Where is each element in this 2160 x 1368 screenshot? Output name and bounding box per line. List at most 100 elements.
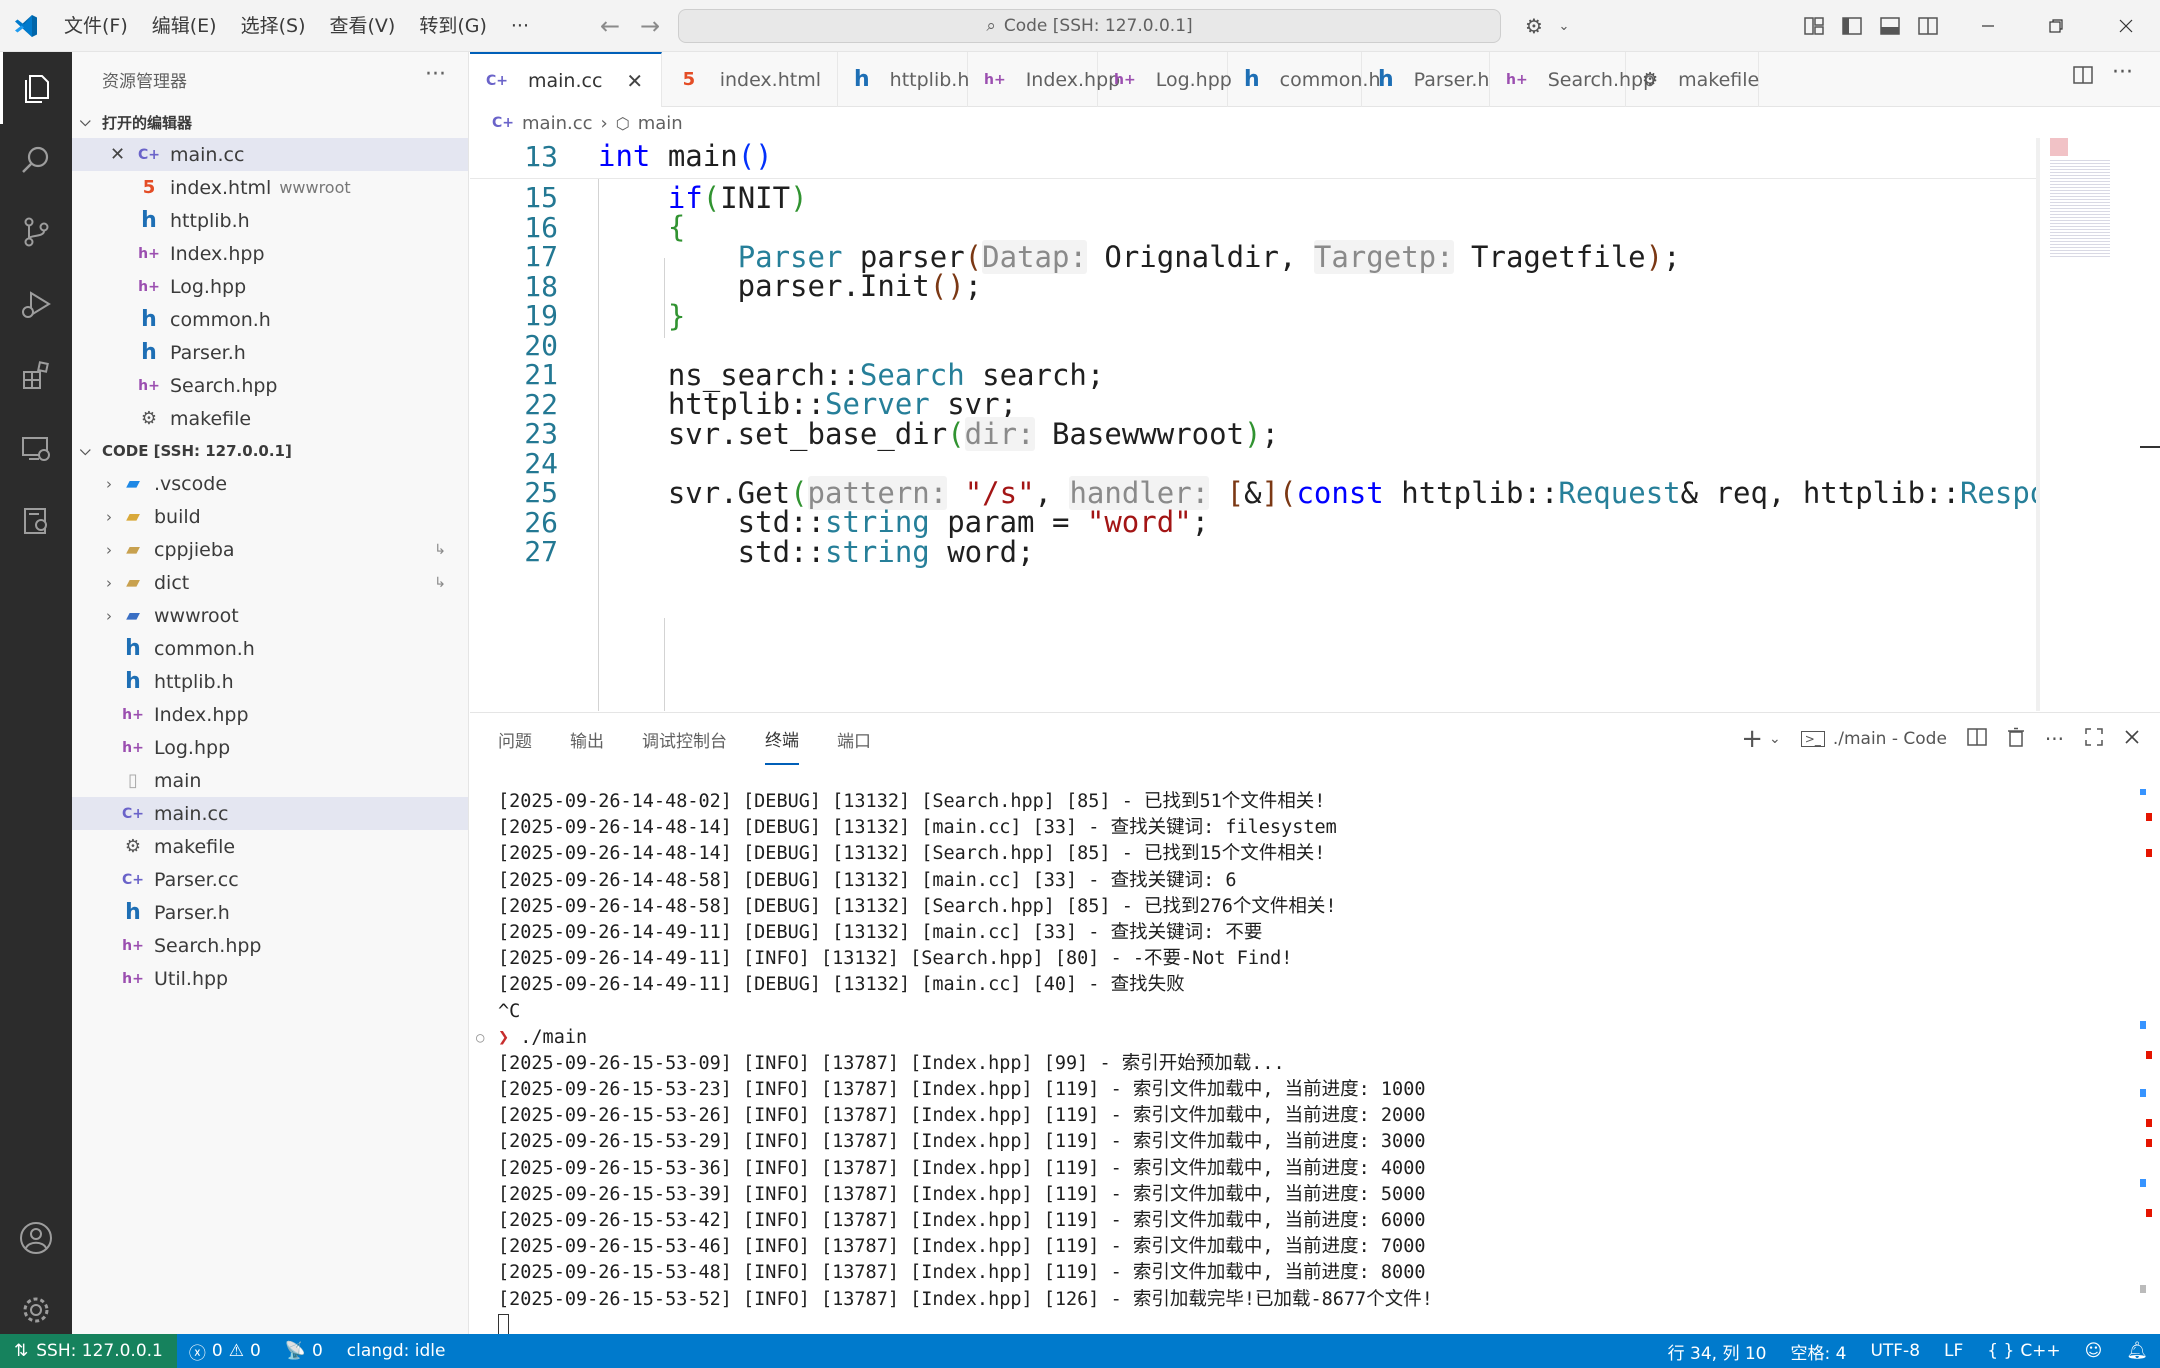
new-terminal-icon[interactable]: + [1741, 724, 1763, 754]
tree-file[interactable]: h+ Search.hpp [72, 929, 468, 962]
split-terminal-icon[interactable] [1967, 727, 1987, 752]
command-center-search[interactable]: ⌕ Code [SSH: 127.0.0.1] [678, 9, 1501, 43]
tree-file[interactable]: C+ Parser.cc [72, 863, 468, 896]
toggle-secondary-sidebar-icon[interactable] [1914, 12, 1942, 40]
close-panel-icon[interactable] [2124, 729, 2140, 750]
chevron-down-icon[interactable]: ⌄ [1550, 12, 1578, 40]
problems-indicator[interactable]: ⓧ 0 ⚠ 0 [177, 1339, 273, 1364]
language-mode[interactable]: { } C++ [1975, 1341, 2072, 1361]
code-line[interactable]: 27 std::string word; [470, 532, 2030, 572]
minimap[interactable] [2040, 138, 2160, 711]
source-control-icon[interactable] [0, 196, 72, 268]
back-arrow-icon[interactable]: ← [590, 12, 630, 40]
editor-tab[interactable]: ⚙ makefile [1626, 52, 1759, 107]
tree-file[interactable]: ⚙ makefile [72, 830, 468, 863]
editor-tab[interactable]: h+ Log.hpp [1098, 52, 1232, 107]
clangd-status[interactable]: clangd: idle [335, 1341, 458, 1361]
restore-icon[interactable] [2042, 12, 2070, 40]
copilot-status-icon[interactable]: ☺ [2073, 1341, 2115, 1361]
end-of-line[interactable]: LF [1932, 1341, 1975, 1361]
more-actions-icon[interactable]: ··· [2112, 60, 2133, 85]
tree-file[interactable]: C+ main.cc [72, 797, 468, 830]
tree-folder[interactable]: › ▰ dict ↳ [72, 566, 468, 599]
terminal-name[interactable]: ./main - Code [1833, 729, 1947, 749]
maximize-panel-icon[interactable] [2084, 727, 2104, 752]
ports-indicator[interactable]: 📡 0 [273, 1341, 335, 1361]
tree-file[interactable]: h+ Index.hpp [72, 698, 468, 731]
close-icon[interactable]: ✕ [110, 144, 138, 165]
panel-tab[interactable]: 调试控制台 [642, 713, 727, 765]
editor-tab[interactable]: h common.h [1228, 52, 1381, 107]
tree-file[interactable]: h Parser.h [72, 896, 468, 929]
menu-item[interactable]: 文件(F) [52, 0, 140, 52]
toggle-primary-sidebar-icon[interactable] [1838, 12, 1866, 40]
menu-item[interactable]: ··· [499, 0, 541, 52]
tree-file[interactable]: h+ Util.hpp [72, 962, 468, 995]
panel-tab[interactable]: 输出 [570, 713, 604, 765]
copilot-icon[interactable]: ⚙ [1520, 12, 1548, 40]
tree-file[interactable]: ▯ main [72, 764, 468, 797]
menu-item[interactable]: 转到(G) [407, 0, 499, 52]
split-editor-icon[interactable] [2072, 64, 2100, 92]
forward-arrow-icon[interactable]: → [630, 12, 670, 40]
open-editor-item[interactable]: h common.h [72, 303, 468, 336]
customize-layout-icon[interactable] [1800, 12, 1828, 40]
terminal-scrollbar[interactable] [2140, 789, 2152, 1329]
open-editor-item[interactable]: 5 index.html wwwroot [72, 171, 468, 204]
editor-tab[interactable]: h Parser.h [1362, 52, 1490, 107]
extensions-icon[interactable] [0, 340, 72, 412]
editor-tab[interactable]: C+ main.cc ✕ [470, 52, 662, 107]
notifications-bell-icon[interactable]: 🔔︎ [2114, 1341, 2160, 1361]
trash-icon[interactable] [2007, 727, 2025, 752]
close-window-icon[interactable] [2112, 12, 2140, 40]
menu-item[interactable]: 编辑(E) [140, 0, 229, 52]
tree-file[interactable]: h common.h [72, 632, 468, 665]
chevron-down-icon[interactable]: ⌄ [1769, 731, 1781, 747]
code-line[interactable]: 13 int main() [470, 138, 2030, 176]
indentation[interactable]: 空格: 4 [1779, 1339, 1859, 1364]
open-editor-item[interactable]: h+ Log.hpp [72, 270, 468, 303]
explorer-icon[interactable] [0, 52, 72, 124]
panel-tab[interactable]: 终端 [765, 713, 799, 765]
more-actions-icon[interactable]: ··· [425, 62, 446, 87]
close-icon[interactable]: ✕ [626, 69, 643, 93]
tree-folder[interactable]: › ▰ .vscode [72, 467, 468, 500]
menu-item[interactable]: 选择(S) [229, 0, 318, 52]
cursor-position[interactable]: 行 34, 列 10 [1656, 1339, 1779, 1364]
panel-tab[interactable]: 问题 [498, 713, 532, 765]
panel-tab[interactable]: 端口 [837, 713, 871, 765]
tree-folder[interactable]: › ▰ cppjieba ↳ [72, 533, 468, 566]
open-editor-item[interactable]: ✕ C+ main.cc [72, 138, 468, 171]
toggle-panel-icon[interactable] [1876, 12, 1904, 40]
open-editor-item[interactable]: h httplib.h [72, 204, 468, 237]
tree-file[interactable]: h httplib.h [72, 665, 468, 698]
open-editors-header[interactable]: ⌵ 打开的编辑器 [72, 106, 468, 138]
encoding[interactable]: UTF-8 [1858, 1341, 1932, 1361]
editor-tab[interactable]: h httplib.h [838, 52, 969, 107]
editor-tab[interactable]: h+ Index.hpp [968, 52, 1120, 107]
code-editor[interactable]: 13 int main() 15 if(INIT) 16 {17 Parser par… [470, 138, 2040, 711]
tree-file[interactable]: h+ Log.hpp [72, 731, 468, 764]
open-editor-item[interactable]: h+ Index.hpp [72, 237, 468, 270]
editor-tab[interactable]: 5 index.html [662, 52, 838, 107]
open-editor-item[interactable]: ⚙ makefile [72, 402, 468, 435]
tree-folder[interactable]: › ▰ wwwroot [72, 599, 468, 632]
account-icon[interactable] [0, 1202, 72, 1274]
open-editor-item[interactable]: h+ Search.hpp [72, 369, 468, 402]
docker-settings-icon[interactable] [0, 484, 72, 556]
minimize-icon[interactable] [1974, 12, 2002, 40]
workspace-header[interactable]: ⌵ CODE [SSH: 127.0.0.1] [72, 435, 468, 467]
more-actions-icon[interactable]: ··· [2045, 727, 2064, 751]
breadcrumb-file[interactable]: main.cc [522, 113, 593, 134]
remote-indicator[interactable]: ⇅ SSH: 127.0.0.1 [0, 1334, 177, 1368]
tree-folder[interactable]: › ▰ build [72, 500, 468, 533]
run-debug-icon[interactable] [0, 268, 72, 340]
terminal[interactable]: [2025-09-26-14-48-02] [DEBUG] [13132] [S… [476, 789, 2108, 1338]
open-editor-item[interactable]: h Parser.h [72, 336, 468, 369]
menu-item[interactable]: 查看(V) [318, 0, 408, 52]
breadcrumb-symbol[interactable]: main [638, 113, 683, 134]
remote-explorer-icon[interactable] [0, 412, 72, 484]
search-icon[interactable] [0, 124, 72, 196]
editor-tab[interactable]: h+ Search.hpp [1490, 52, 1655, 107]
command-decoration-icon[interactable]: ○ [476, 1025, 484, 1051]
